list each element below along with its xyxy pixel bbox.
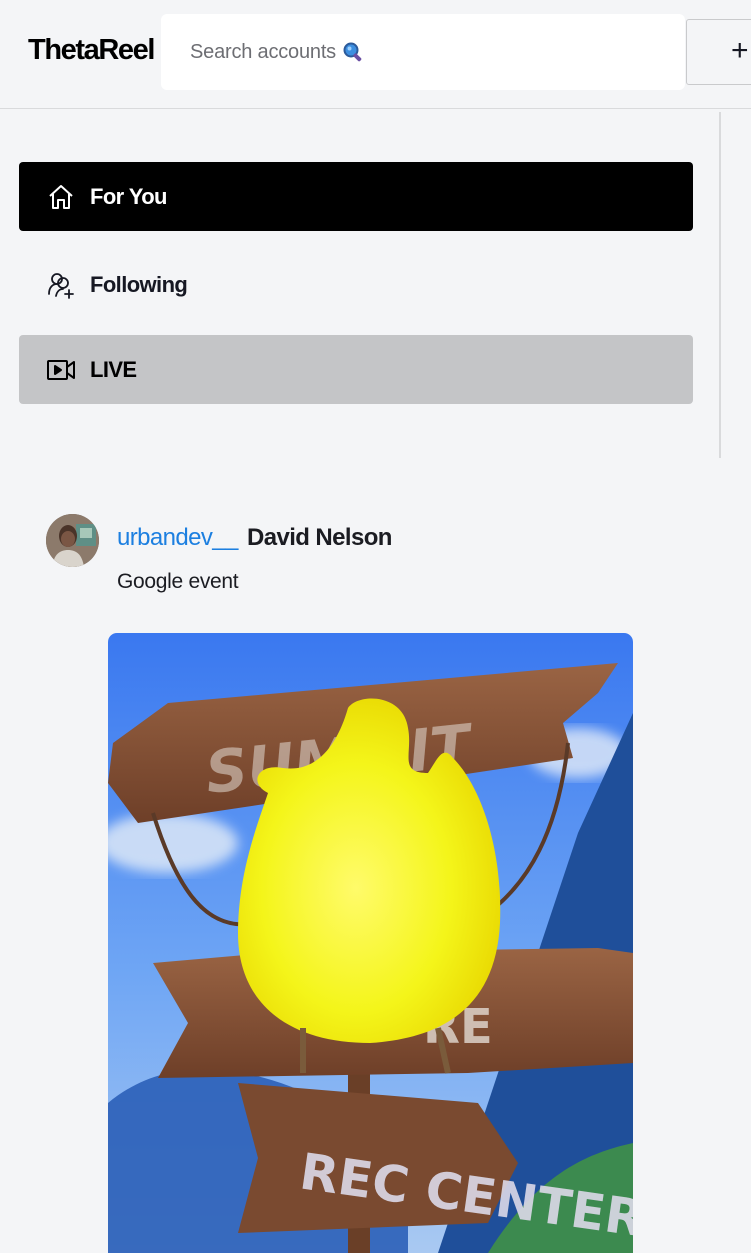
plus-icon: +	[731, 34, 749, 67]
live-video-icon	[46, 355, 76, 385]
sidebar-item-label: Following	[90, 271, 188, 297]
sidebar-item-label: LIVE	[90, 356, 137, 382]
sidebar-item-for-you[interactable]: For You	[19, 162, 693, 231]
post-caption: Google event	[117, 570, 239, 593]
upload-button[interactable]: +	[686, 19, 751, 85]
post-username-link[interactable]: urbandev__	[117, 524, 238, 552]
sidebar-item-following[interactable]: Following	[19, 250, 693, 319]
video-player[interactable]: SUMMIT RE REC CENTER	[108, 633, 633, 1253]
sidebar-item-label: For You	[90, 183, 167, 209]
magnifier-icon[interactable]	[342, 41, 364, 63]
app-logo[interactable]: ThetaReel	[28, 34, 155, 67]
avatar[interactable]	[46, 514, 99, 567]
post-display-name[interactable]: David Nelson	[247, 524, 392, 552]
sidebar-item-live[interactable]: LIVE	[19, 335, 693, 404]
search-box[interactable]: Search accounts	[161, 14, 685, 90]
home-icon	[46, 182, 76, 212]
video-thumbnail: SUMMIT RE REC CENTER	[108, 633, 633, 1253]
top-header: ThetaReel Search accounts +	[0, 0, 751, 109]
sidebar-divider	[719, 112, 721, 458]
search-input[interactable]: Search accounts	[190, 41, 336, 64]
following-users-icon	[46, 270, 76, 300]
